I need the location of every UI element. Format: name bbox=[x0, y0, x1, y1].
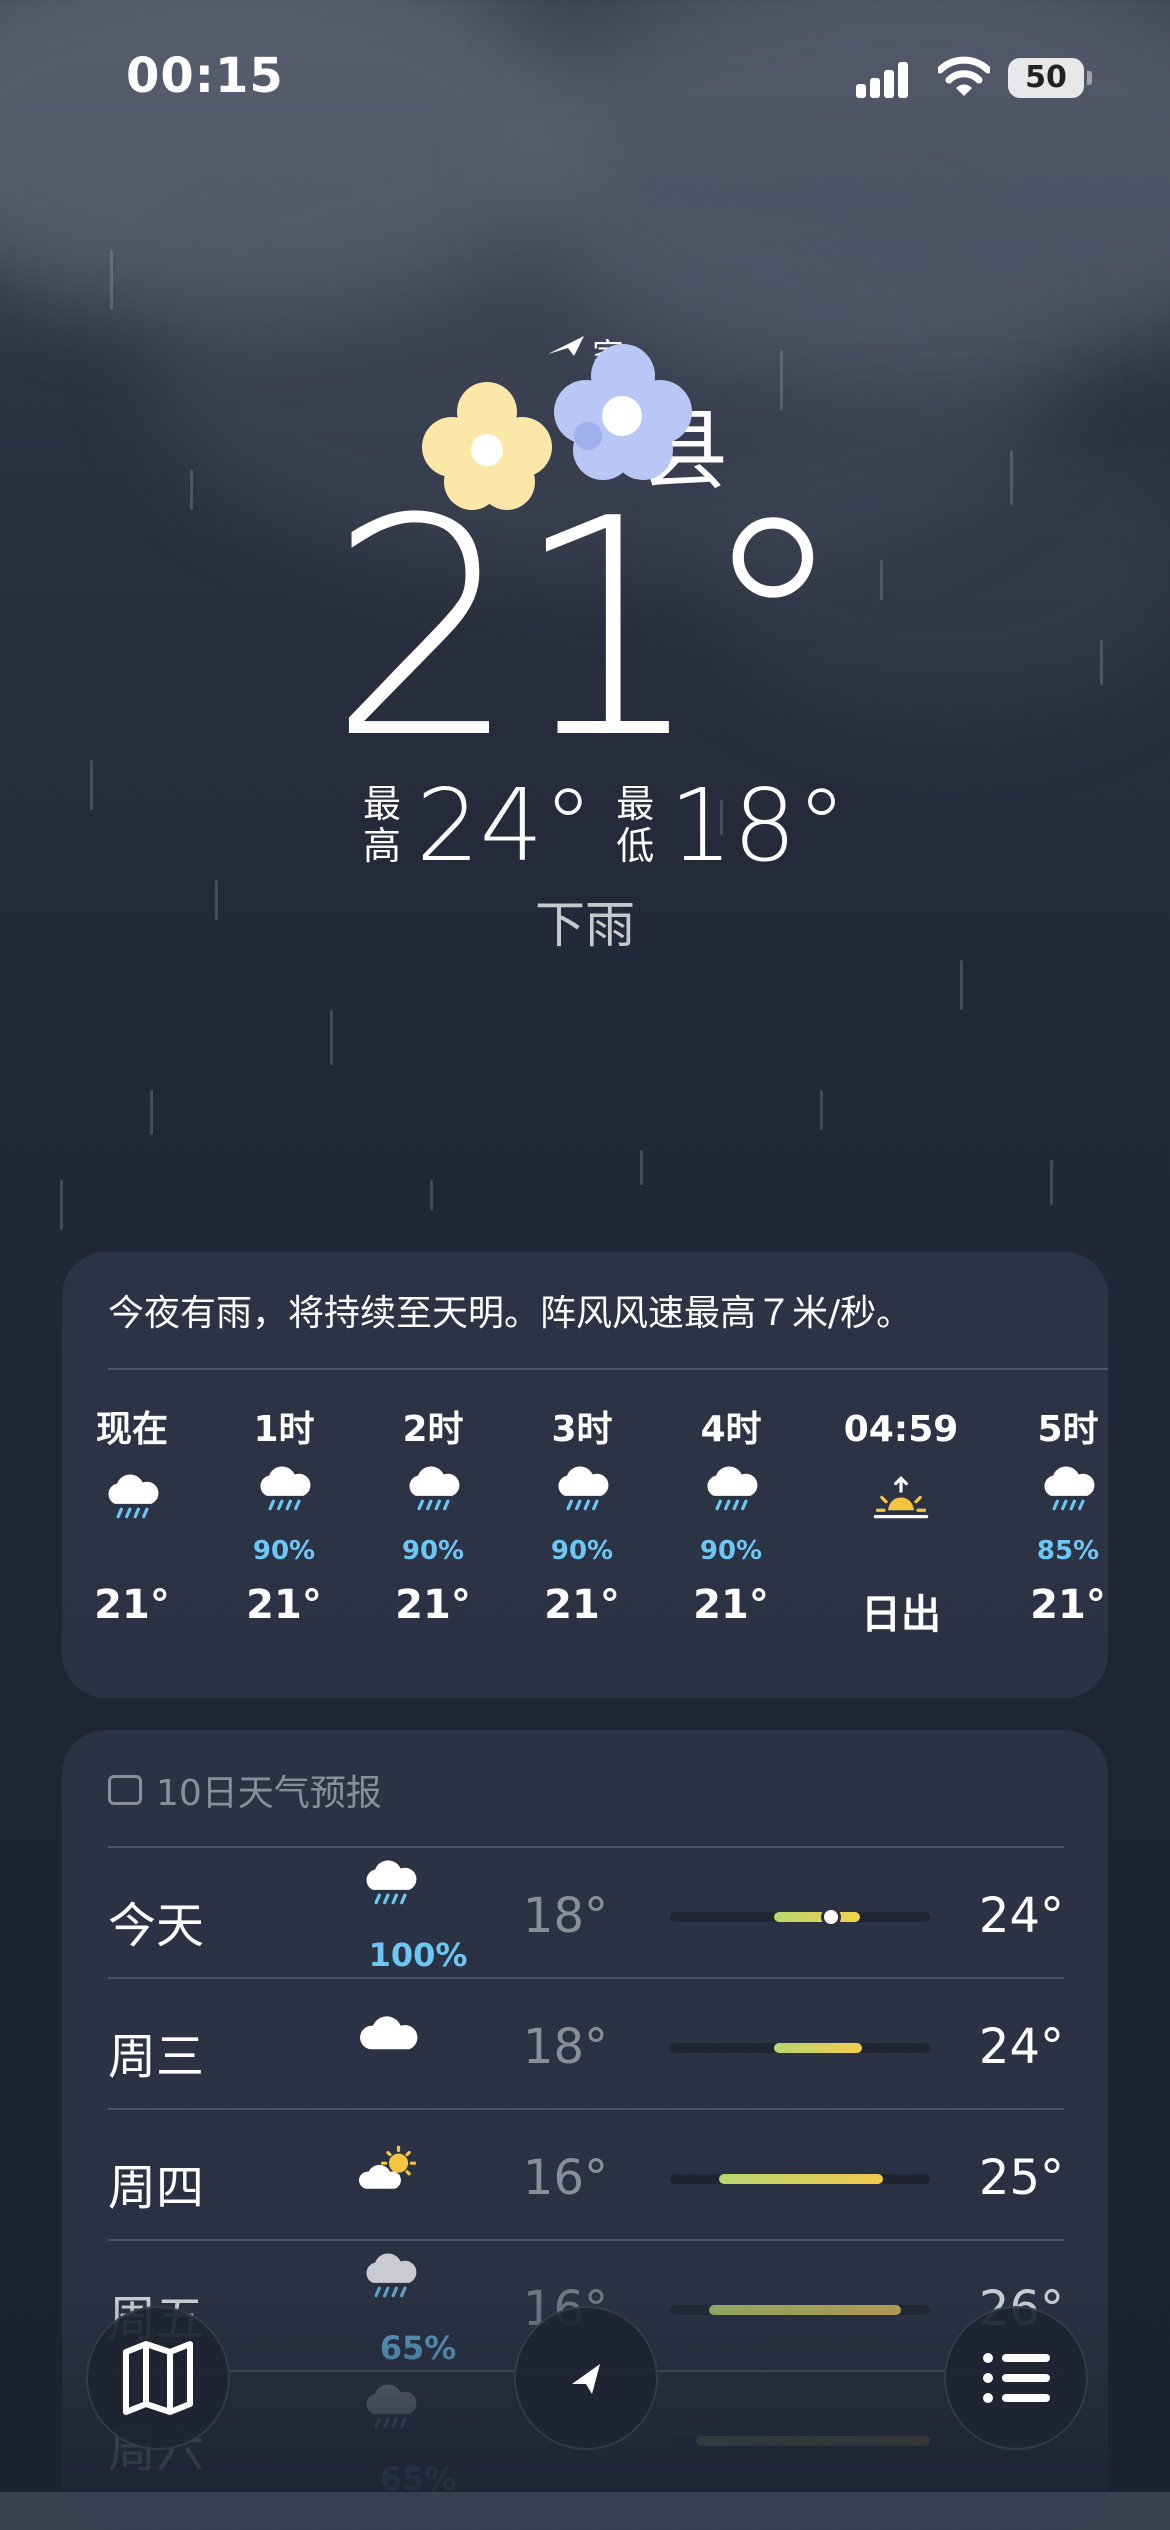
high-temp: 24° bbox=[978, 2019, 1064, 2075]
cloud-rain-icon bbox=[993, 1460, 1108, 1521]
forecast-row[interactable]: 周三 18° 24° bbox=[108, 1981, 1064, 2111]
forecast-title: 10日天气预报 bbox=[108, 1764, 382, 1816]
current-location-button[interactable] bbox=[514, 2306, 658, 2450]
status-bar: 00:15 50 bbox=[0, 0, 1170, 150]
low-temp: 18° bbox=[522, 1888, 608, 1944]
divider bbox=[108, 1846, 1064, 1848]
divider bbox=[108, 2239, 1064, 2241]
forecast-row[interactable]: 今天 100% 18° 24° bbox=[108, 1850, 1064, 1980]
hourly-strip[interactable]: 现在 21° 1时 90% 21° 2时 90% 21° 3时 90% 21° 4时 9… bbox=[62, 1400, 1108, 1690]
forecast-day: 今天 bbox=[108, 1898, 205, 1954]
hour-item: 04:59 日出 bbox=[826, 1400, 976, 1640]
calendar-icon bbox=[108, 1775, 142, 1805]
cloud-rain-icon bbox=[358, 1460, 508, 1521]
status-time: 00:15 bbox=[126, 48, 284, 104]
hourly-forecast-card[interactable]: 今夜有雨，将持续至天明。阵风风速最高７米/秒。 现在 21° 1时 90% 21°… bbox=[62, 1252, 1108, 1698]
precip-chance: 90% bbox=[550, 1536, 614, 1566]
weather-condition: 下雨 bbox=[535, 896, 635, 954]
map-button[interactable] bbox=[86, 2306, 230, 2450]
divider bbox=[108, 1368, 1108, 1370]
hour-temp: 21° bbox=[544, 1582, 620, 1628]
temperature-range-bar bbox=[670, 1907, 930, 1927]
temperature-range-fill bbox=[774, 2043, 863, 2053]
wifi-icon bbox=[938, 56, 990, 96]
low-temp: 16° bbox=[522, 2150, 608, 2206]
forecast-title-text: 10日天气预报 bbox=[156, 1773, 382, 1814]
high-label: 最高 bbox=[362, 782, 401, 868]
location-arrow-icon bbox=[572, 2364, 600, 2394]
hour-temp: 21° bbox=[246, 1582, 322, 1628]
forecast-row[interactable]: 周四 16° 25° bbox=[108, 2112, 1064, 2242]
hour-temp: 21° bbox=[693, 1582, 769, 1628]
precip-chance: 90% bbox=[401, 1536, 465, 1566]
cloud-rain-icon bbox=[507, 1460, 657, 1521]
low-temp: 18° bbox=[669, 766, 847, 884]
city-list-button[interactable] bbox=[944, 2306, 1088, 2450]
cloud-rain-icon bbox=[209, 1460, 359, 1521]
hour-item: 4时 90% 21° bbox=[656, 1400, 806, 1628]
partly-cloudy-day-icon bbox=[358, 2122, 478, 2254]
hour-temp: 21° bbox=[94, 1582, 170, 1628]
battery-indicator: 50 bbox=[1008, 58, 1092, 98]
divider bbox=[108, 1977, 1064, 1979]
cellular-signal-icon bbox=[856, 60, 918, 98]
sunrise-icon bbox=[826, 1460, 976, 1529]
high-temp: 24° bbox=[416, 766, 594, 884]
hour-label: 3时 bbox=[551, 1409, 613, 1450]
hour-temp: 21° bbox=[395, 1582, 471, 1628]
high-temp: 25° bbox=[978, 2150, 1064, 2206]
hour-label: 4时 bbox=[700, 1409, 762, 1450]
precip-chance: 85% bbox=[1036, 1536, 1100, 1566]
forecast-day: 周四 bbox=[108, 2160, 205, 2216]
cloud-icon bbox=[358, 1991, 478, 2123]
precip-chance: 90% bbox=[252, 1536, 316, 1566]
temperature-range-bar bbox=[670, 2043, 930, 2053]
hour-item: 3时 90% 21° bbox=[507, 1400, 657, 1628]
hour-temp: 日出 bbox=[861, 1592, 941, 1638]
temperature-range-fill bbox=[774, 1912, 860, 1922]
hour-label: 2时 bbox=[402, 1409, 464, 1450]
high-low-temperatures: 最高 24° 最低 18° bbox=[360, 767, 867, 884]
divider bbox=[108, 2108, 1064, 2110]
hour-label: 5时 bbox=[1037, 1409, 1099, 1450]
temperature-range-bar bbox=[670, 2174, 930, 2184]
precip-chance: 90% bbox=[699, 1536, 763, 1566]
hour-temp: 21° bbox=[1030, 1582, 1106, 1628]
hour-item: 1时 90% 21° bbox=[209, 1400, 359, 1628]
hour-item: 现在 21° bbox=[62, 1400, 207, 1628]
low-label: 最低 bbox=[616, 782, 655, 868]
forecast-day: 周三 bbox=[108, 2029, 205, 2085]
hour-label: 现在 bbox=[95, 1409, 168, 1450]
list-icon bbox=[983, 2353, 1050, 2403]
low-temp: 18° bbox=[522, 2019, 608, 2075]
hourly-summary: 今夜有雨，将持续至天明。阵风风速最高７米/秒。 bbox=[108, 1293, 913, 1334]
cloud-rain-icon bbox=[62, 1460, 207, 1529]
temperature-range-fill bbox=[719, 2174, 884, 2184]
hour-item: 2时 90% 21° bbox=[358, 1400, 508, 1628]
hour-label: 04:59 bbox=[843, 1409, 959, 1450]
map-icon bbox=[123, 2341, 193, 2415]
cloud-rain-icon bbox=[656, 1460, 806, 1521]
current-temp-marker bbox=[821, 1907, 842, 1927]
current-temperature: 21° bbox=[328, 455, 848, 804]
high-temp: 24° bbox=[978, 1888, 1064, 1944]
hour-item: 5时 85% 21° bbox=[993, 1400, 1108, 1628]
hour-label: 1时 bbox=[253, 1409, 315, 1450]
